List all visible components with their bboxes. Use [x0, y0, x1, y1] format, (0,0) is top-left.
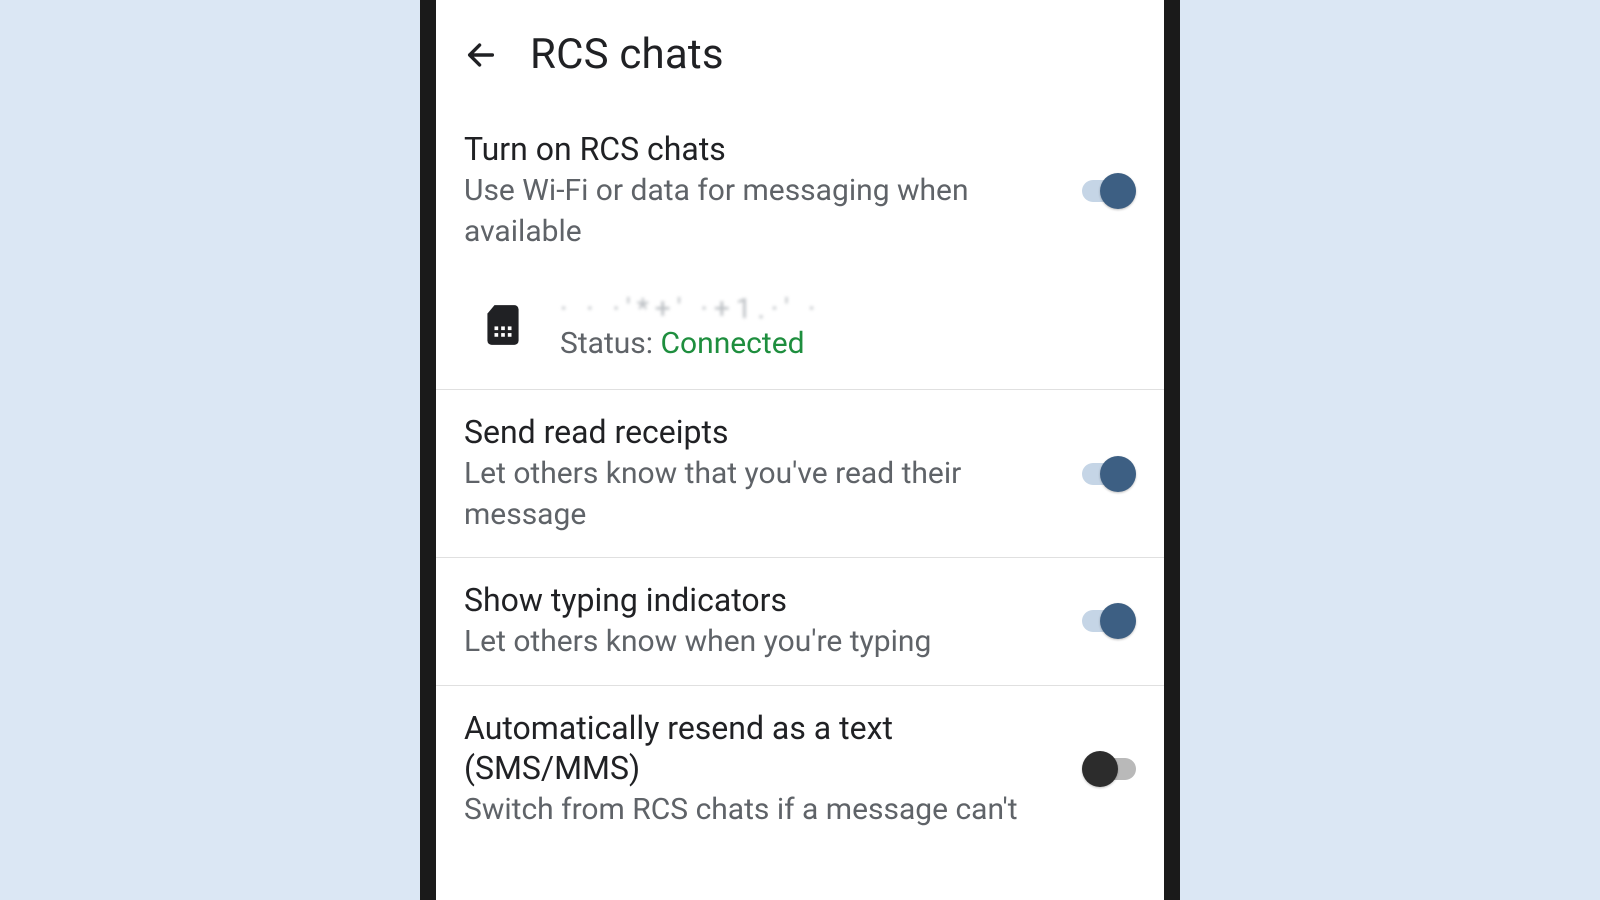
settings-list: Turn on RCS chats Use Wi-Fi or data for …: [436, 107, 1164, 900]
toggle-typing-indicators[interactable]: [1082, 603, 1136, 639]
sim-status-row[interactable]: · · ·'*+' ·+1.·' · Status: Connected: [436, 274, 1164, 390]
setting-subtitle: Switch from RCS chats if a message can't: [464, 790, 1062, 831]
sim-phone-number-masked: · · ·'*+' ·+1.·' ·: [560, 292, 1136, 322]
setting-read-receipts[interactable]: Send read receipts Let others know that …: [436, 390, 1164, 558]
setting-title: Show typing indicators: [464, 580, 1062, 620]
setting-subtitle: Let others know that you've read their m…: [464, 454, 1062, 535]
sim-card-icon: [486, 305, 520, 349]
sim-text: · · ·'*+' ·+1.·' · Status: Connected: [560, 292, 1136, 361]
setting-title: Send read receipts: [464, 412, 1062, 452]
setting-text: Turn on RCS chats Use Wi-Fi or data for …: [464, 129, 1062, 252]
toggle-turn-on-rcs[interactable]: [1082, 173, 1136, 209]
setting-typing-indicators[interactable]: Show typing indicators Let others know w…: [436, 558, 1164, 686]
back-arrow-icon[interactable]: [464, 38, 498, 72]
setting-title: Automatically resend as a text (SMS/MMS): [464, 708, 1062, 788]
setting-text: Automatically resend as a text (SMS/MMS)…: [464, 708, 1062, 831]
sim-status-value: Connected: [661, 326, 805, 361]
setting-text: Send read receipts Let others know that …: [464, 412, 1062, 535]
setting-auto-resend[interactable]: Automatically resend as a text (SMS/MMS)…: [436, 686, 1164, 853]
toggle-auto-resend[interactable]: [1082, 751, 1136, 787]
page-title: RCS chats: [530, 30, 724, 79]
sim-status-line: Status: Connected: [560, 326, 1136, 361]
device-frame: RCS chats Turn on RCS chats Use Wi-Fi or…: [420, 0, 1180, 900]
toggle-read-receipts[interactable]: [1082, 456, 1136, 492]
header: RCS chats: [436, 0, 1164, 107]
setting-turn-on-rcs[interactable]: Turn on RCS chats Use Wi-Fi or data for …: [436, 107, 1164, 274]
setting-subtitle: Let others know when you're typing: [464, 622, 1062, 663]
sim-status-label: Status:: [560, 326, 653, 361]
setting-subtitle: Use Wi-Fi or data for messaging when ava…: [464, 171, 1062, 252]
setting-text: Show typing indicators Let others know w…: [464, 580, 1062, 663]
screen: RCS chats Turn on RCS chats Use Wi-Fi or…: [436, 0, 1164, 900]
setting-title: Turn on RCS chats: [464, 129, 1062, 169]
